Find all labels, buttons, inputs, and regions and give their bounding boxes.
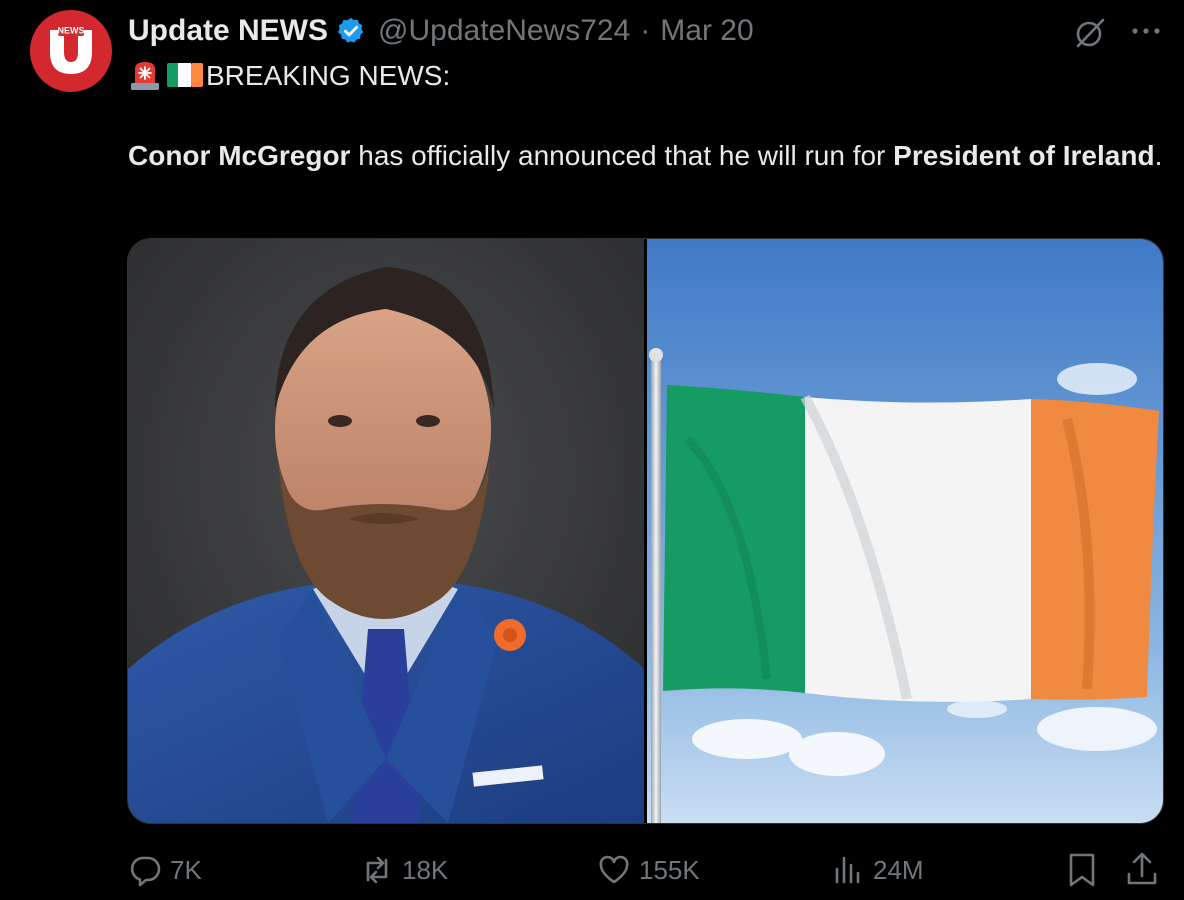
bookmark-icon[interactable] (1066, 852, 1098, 888)
body-text-2: . (1154, 140, 1163, 171)
portrait-photo[interactable] (128, 239, 644, 823)
tweet-text: BREAKING NEWS: Conor McGregor has offici… (128, 56, 1168, 175)
views-button[interactable]: 24M (831, 848, 924, 892)
timestamp[interactable]: Mar 20 (660, 14, 753, 48)
body-bold-name: Conor McGregor (128, 140, 351, 171)
body-bold-office: President of Ireland (893, 140, 1155, 171)
tweet-header: Update NEWS @UpdateNews724 · Mar 20 (128, 12, 754, 50)
news-logo-icon: NEWS (50, 24, 92, 74)
reply-button[interactable]: 7K (128, 848, 202, 892)
like-button[interactable]: 155K (597, 848, 700, 892)
media-grid (127, 238, 1164, 824)
separator-dot: · (640, 14, 651, 47)
repost-icon (366, 856, 388, 884)
headline-line: BREAKING NEWS: (128, 56, 1168, 94)
views-count: 24M (873, 854, 924, 885)
like-count: 155K (639, 854, 700, 885)
action-bar: 7K 18K 155K 24M (0, 842, 1184, 898)
heart-icon (599, 855, 629, 884)
handle[interactable]: @UpdateNews724 (378, 14, 630, 48)
share-icon[interactable] (1124, 850, 1160, 888)
headline-text: BREAKING NEWS: (206, 59, 451, 91)
ireland-flag-emoji (167, 63, 203, 87)
irish-flag-photo[interactable] (647, 239, 1163, 823)
more-icon[interactable] (1128, 16, 1164, 46)
body-text-1: has officially announced that he will ru… (350, 140, 894, 171)
reply-icon (130, 856, 161, 887)
verified-badge-icon (338, 17, 364, 43)
tweet: NEWS Update NEWS @UpdateNews724 · Mar 20 (0, 0, 1184, 900)
display-name[interactable]: Update NEWS (128, 14, 328, 48)
repost-count: 18K (402, 854, 449, 885)
avatar[interactable]: NEWS (30, 10, 112, 92)
reply-count: 7K (170, 854, 202, 885)
grok-icon[interactable] (1070, 14, 1108, 52)
svg-text:NEWS: NEWS (58, 26, 85, 36)
police-siren-emoji (131, 62, 159, 90)
tweet-body: Conor McGregor has officially announced … (128, 136, 1168, 175)
repost-button[interactable]: 18K (360, 848, 448, 892)
views-icon (835, 856, 860, 884)
